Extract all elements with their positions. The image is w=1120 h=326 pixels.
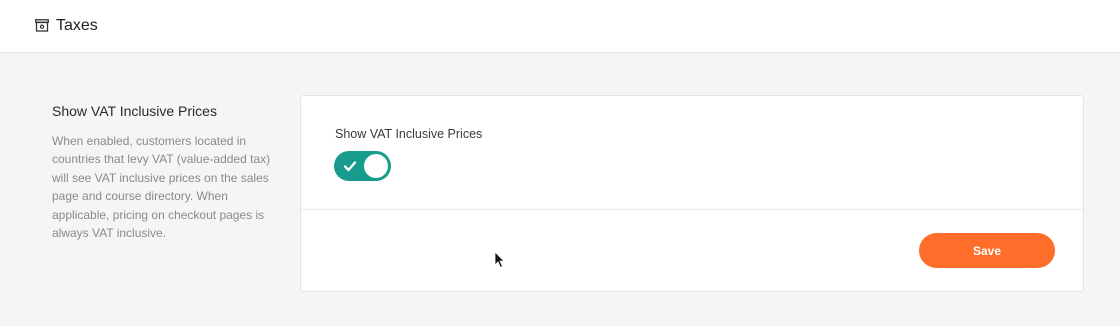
- check-icon: [343, 159, 357, 173]
- vat-toggle-label: Show VAT Inclusive Prices: [335, 127, 483, 141]
- save-button[interactable]: Save: [919, 233, 1055, 268]
- page-header: Taxes: [0, 0, 1120, 53]
- section-description: When enabled, customers located in count…: [52, 134, 271, 241]
- vat-inclusive-toggle[interactable]: [334, 151, 391, 181]
- settings-card: Show VAT Inclusive Prices Save: [300, 95, 1084, 292]
- section-title: Show VAT Inclusive Prices: [52, 103, 217, 119]
- page-title: Taxes: [56, 17, 98, 34]
- toggle-knob: [364, 154, 388, 178]
- mouse-cursor-icon: [494, 251, 506, 269]
- banknote-icon: [35, 19, 49, 32]
- card-divider: [301, 209, 1083, 210]
